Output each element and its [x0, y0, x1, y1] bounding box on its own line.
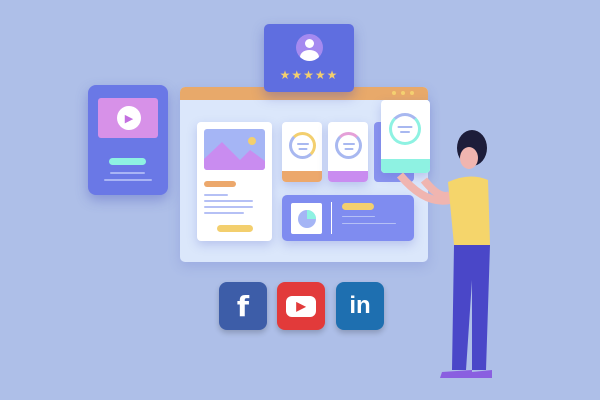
panel-tag [342, 203, 374, 210]
play-icon[interactable]: ▶ [117, 106, 141, 130]
video-card: ▶ [88, 85, 168, 195]
article-card [197, 122, 272, 241]
linkedin-icon[interactable]: in [336, 282, 384, 330]
star-icon: ★ [279, 68, 292, 82]
stat-card-purple [328, 122, 368, 182]
text-line [110, 172, 145, 174]
facebook-icon[interactable]: f [219, 282, 267, 330]
youtube-icon[interactable]: ▶ [277, 282, 325, 330]
star-icon: ★ [314, 68, 327, 82]
text-line [204, 206, 253, 208]
text-line [204, 200, 253, 202]
star-icon: ★ [291, 68, 304, 82]
video-thumbnail: ▶ [98, 98, 158, 138]
pie-chart-icon [291, 203, 322, 234]
youtube-play-glyph: ▶ [286, 295, 316, 317]
person-illustration [396, 130, 492, 378]
text-line [342, 216, 375, 217]
donut-chart-icon [335, 132, 362, 159]
star-rating: ★★★★★ [264, 68, 354, 82]
video-title-bar [109, 158, 146, 165]
tag-bar [204, 181, 236, 187]
window-dots [392, 91, 414, 95]
stat-card-orange [282, 122, 322, 182]
star-icon: ★ [303, 68, 315, 82]
user-avatar-icon [296, 34, 323, 61]
text-line [104, 179, 152, 181]
donut-chart-icon [289, 132, 316, 159]
star-icon: ★ [326, 68, 339, 82]
profile-rating-card: ★★★★★ [264, 24, 354, 92]
text-line [204, 212, 244, 214]
article-button[interactable] [217, 225, 253, 232]
image-placeholder-icon [204, 129, 265, 170]
text-line [204, 194, 228, 196]
